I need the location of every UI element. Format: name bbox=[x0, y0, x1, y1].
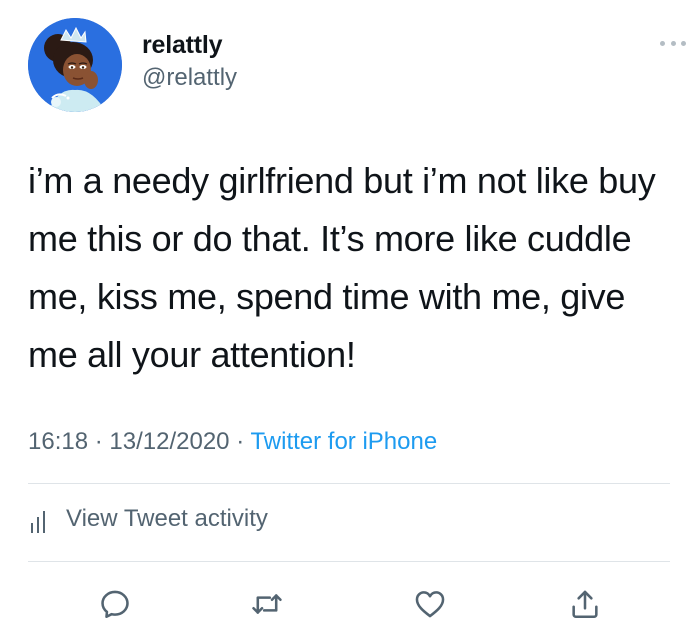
tweet-text: i’m a needy girlfriend but i’m not like … bbox=[28, 160, 656, 375]
bar-chart-icon bbox=[31, 511, 45, 533]
tweet-source-link[interactable]: Twitter for iPhone bbox=[250, 428, 437, 455]
tweet-card: relattly @relattly i’m a needy girlfrien… bbox=[0, 0, 700, 636]
like-icon bbox=[415, 591, 445, 618]
tweet-meta: 16:18 · 13/12/2020 · Twitter for iPhone bbox=[28, 426, 437, 458]
avatar[interactable] bbox=[28, 18, 122, 112]
retweet-button[interactable] bbox=[245, 582, 289, 626]
cartoon-princess-avatar-icon bbox=[28, 18, 122, 112]
more-dot bbox=[681, 40, 686, 46]
more-dot bbox=[660, 40, 665, 46]
retweet-icon bbox=[252, 594, 282, 614]
divider bbox=[28, 561, 670, 562]
display-name[interactable]: relattly bbox=[142, 30, 237, 60]
meta-separator: · bbox=[94, 428, 103, 455]
view-tweet-activity-label: View Tweet activity bbox=[66, 505, 268, 532]
tweet-actions bbox=[0, 582, 700, 626]
more-dot bbox=[670, 40, 676, 46]
share-button[interactable] bbox=[563, 582, 607, 626]
reply-icon bbox=[101, 590, 129, 619]
reply-button[interactable] bbox=[93, 582, 137, 626]
tweet-date[interactable]: 13/12/2020 bbox=[109, 428, 229, 455]
user-handle[interactable]: @relattly bbox=[142, 63, 237, 93]
more-options-icon[interactable] bbox=[660, 38, 686, 48]
meta-separator: · bbox=[236, 428, 245, 455]
divider bbox=[28, 483, 670, 484]
share-icon bbox=[572, 590, 598, 619]
user-names: relattly @relattly bbox=[142, 30, 237, 93]
like-button[interactable] bbox=[408, 582, 452, 626]
tweet-time[interactable]: 16:18 bbox=[28, 428, 88, 455]
view-tweet-activity-link[interactable]: View Tweet activity bbox=[30, 503, 268, 535]
